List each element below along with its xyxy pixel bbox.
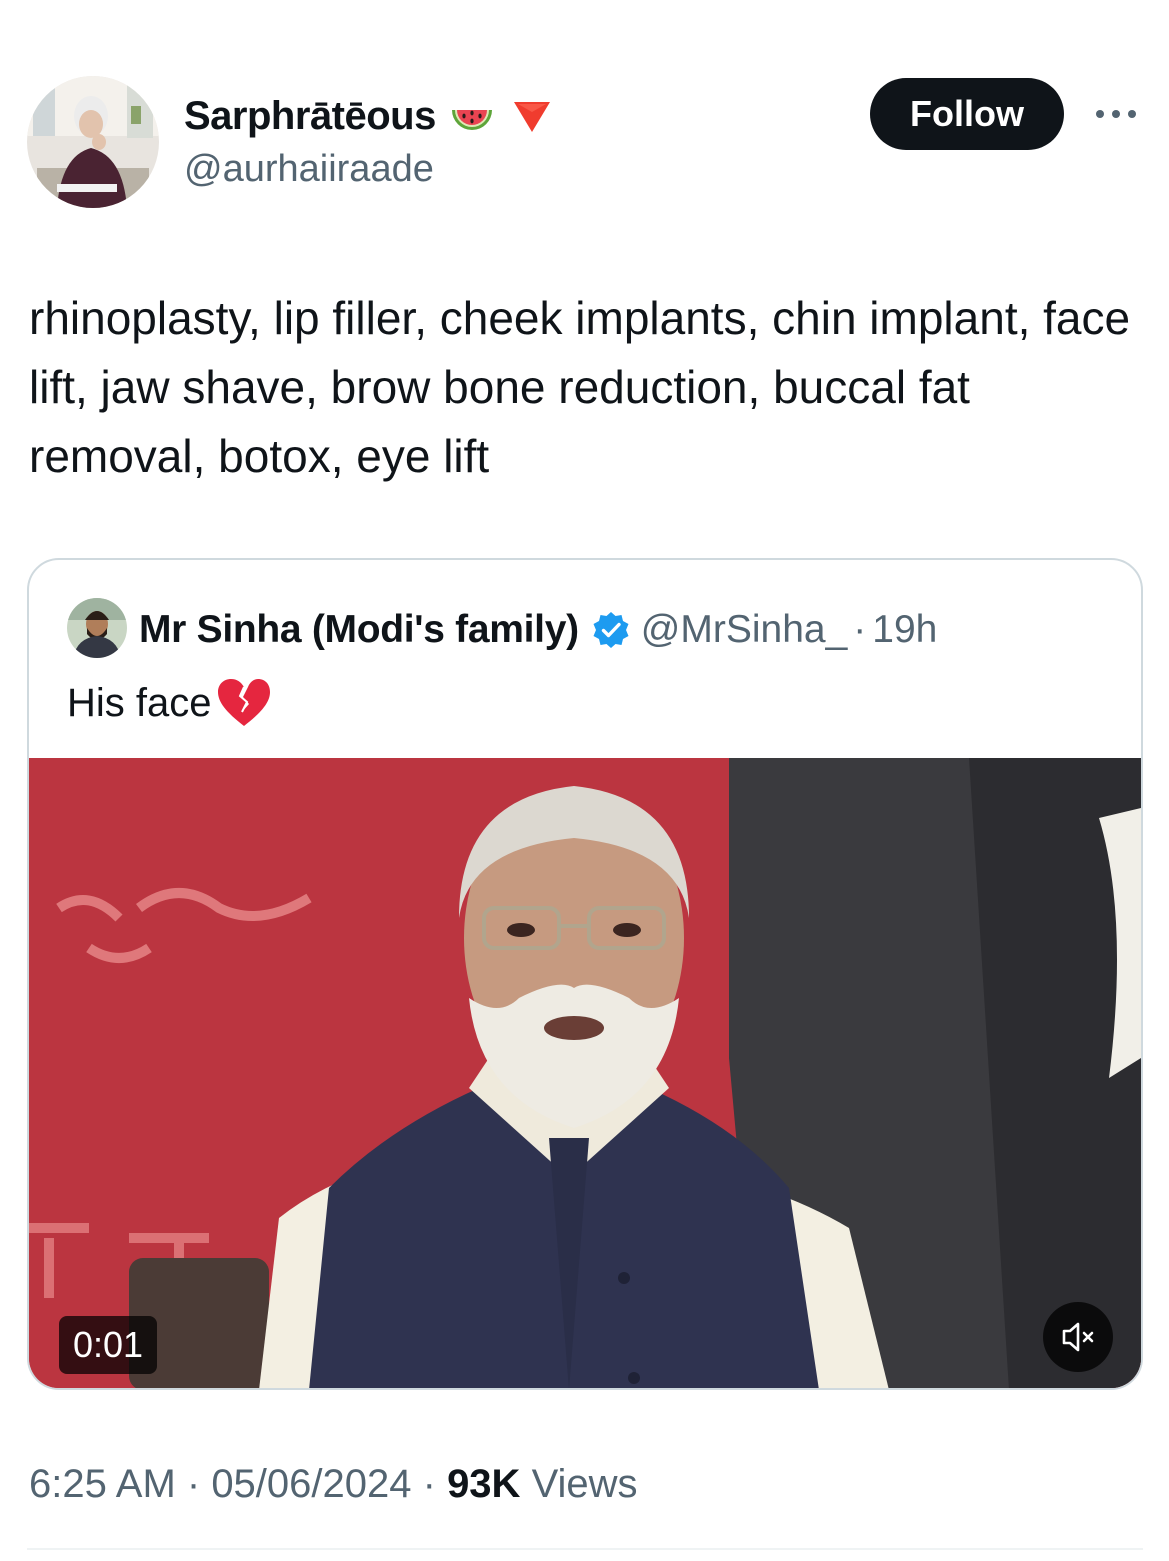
mute-toggle-button[interactable] [1043, 1302, 1113, 1372]
quoted-text: His face [67, 680, 212, 725]
quoted-display-name[interactable]: Mr Sinha (Modi's family) [139, 608, 579, 652]
tweet-date[interactable]: 05/06/2024 [211, 1462, 411, 1506]
video-time-badge: 0:01 [59, 1316, 158, 1374]
follow-button[interactable]: Follow [870, 78, 1064, 150]
quoted-header: Mr Sinha (Modi's family) @MrSinha_ · 19h [139, 602, 937, 658]
video-frame [29, 758, 1141, 1388]
verified-badge-icon [593, 612, 629, 648]
author-avatar[interactable] [27, 76, 159, 208]
red-triangle-down-icon [513, 102, 550, 132]
broken-heart-icon [217, 679, 270, 726]
speaker-muted-icon [1062, 1322, 1094, 1352]
tweet-time[interactable]: 6:25 AM [29, 1462, 176, 1506]
video-player[interactable]: 0:01 [29, 758, 1141, 1388]
quoted-text-row: His face [67, 678, 272, 728]
quoted-timestamp[interactable]: 19h [872, 608, 937, 652]
divider [27, 1548, 1143, 1550]
quoted-tweet-card[interactable]: Mr Sinha (Modi's family) @MrSinha_ · 19h… [27, 558, 1143, 1390]
quoted-handle[interactable]: @MrSinha_ [641, 608, 848, 652]
tweet-meta: 6:25 AM · 05/06/2024 · 93K Views [29, 1462, 638, 1507]
author-name-row: Sarphrātēous [184, 90, 556, 142]
views-count[interactable]: 93K [447, 1462, 520, 1506]
author-display-name[interactable]: Sarphrātēous [184, 94, 436, 139]
views-label: Views [520, 1462, 638, 1506]
quoted-author-avatar[interactable] [67, 598, 127, 658]
watermelon-icon [451, 110, 492, 130]
tweet-page: Sarphrātēous @aurhaiiraade Follow rhinop… [0, 0, 1169, 1561]
meta-separator: · [175, 1462, 212, 1506]
author-handle[interactable]: @aurhaiiraade [184, 148, 434, 191]
tweet-text: rhinoplasty, lip filler, cheek implants,… [29, 292, 1131, 482]
quoted-separator: · [853, 608, 867, 651]
more-options-icon[interactable] [1092, 100, 1140, 128]
meta-separator: · [411, 1462, 448, 1506]
